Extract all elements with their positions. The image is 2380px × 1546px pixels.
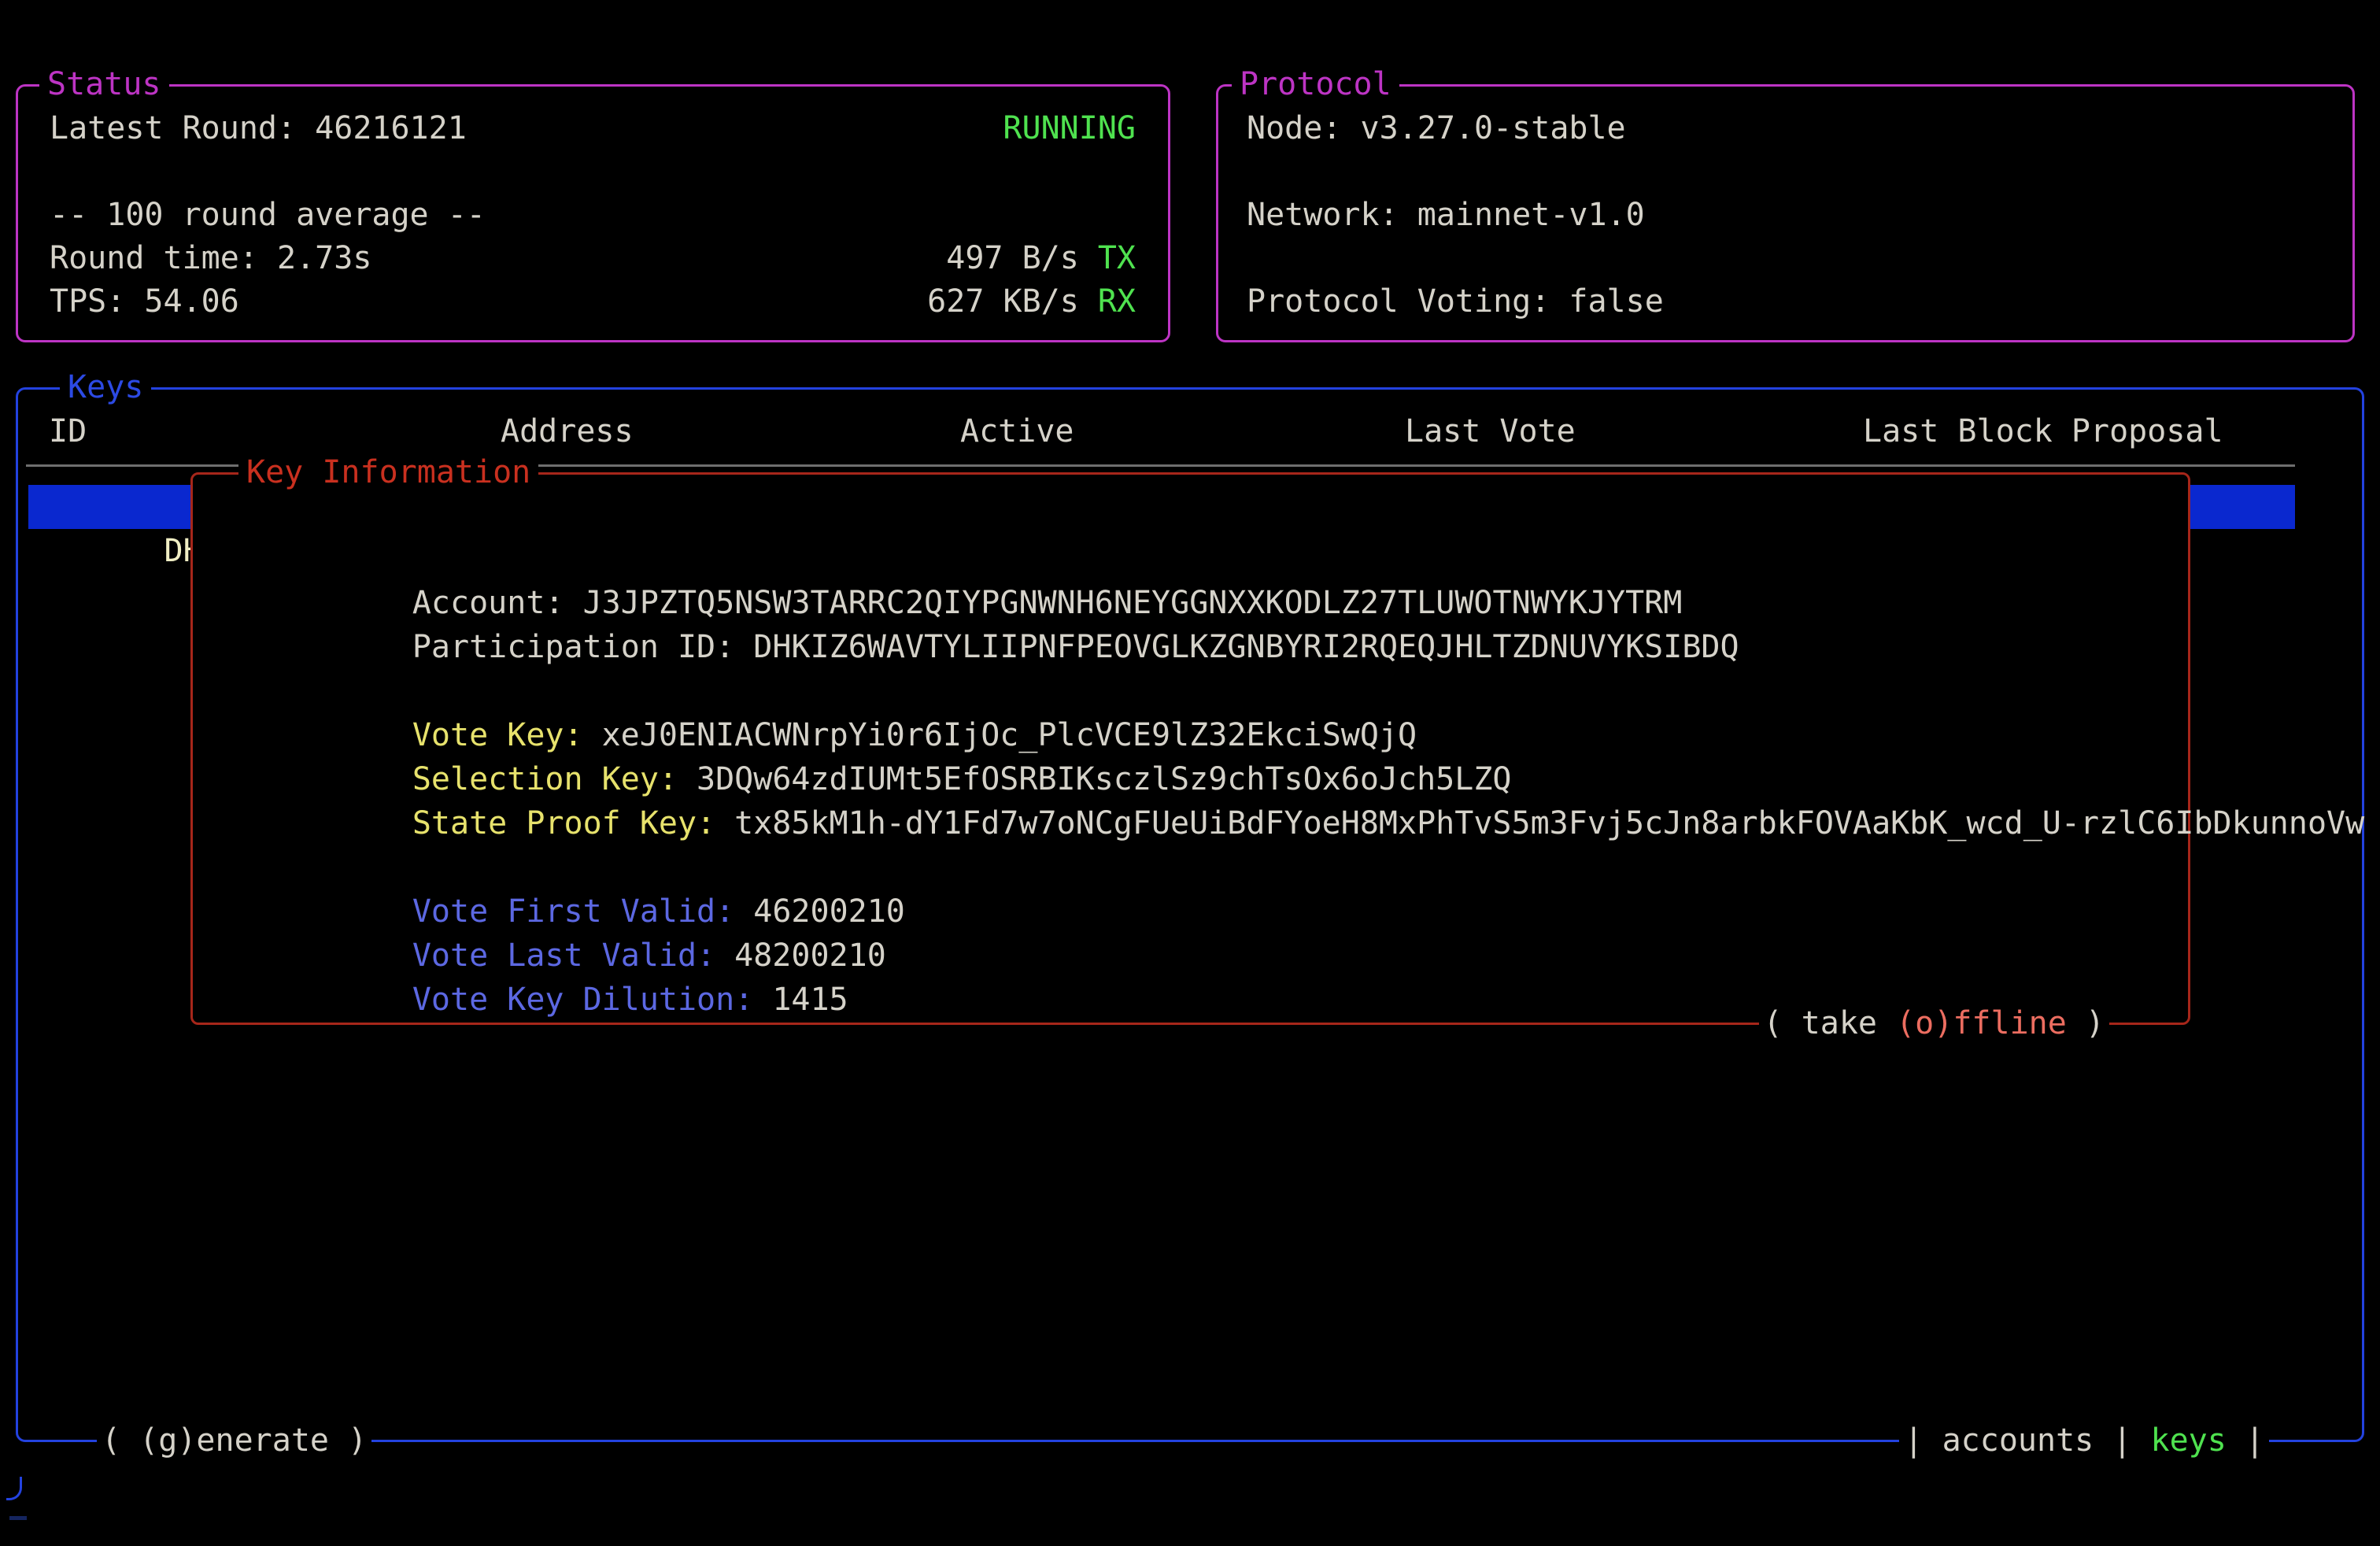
protocol-voting-text: Protocol Voting: false bbox=[1247, 280, 1664, 324]
status-row-round-time: Round time: 2.73s 497 B/s TX bbox=[50, 237, 1136, 280]
border-corner-fragment bbox=[6, 1477, 22, 1500]
keys-panel: Keys ID Address Active Last Vote Last Bl… bbox=[16, 387, 2364, 1442]
take-offline-hotkey: (o)ffline bbox=[1896, 1005, 2067, 1041]
protocol-row-network: Network: mainnet-v1.0 bbox=[1247, 194, 2320, 237]
vote-last-valid-label: Vote Last Valid: bbox=[412, 938, 715, 974]
column-header-active: Active bbox=[960, 409, 1074, 453]
border-fragment-shadow bbox=[9, 1516, 27, 1520]
status-panel-title: Status bbox=[39, 62, 169, 106]
account-line: Account: J3JPZTQ5NSW3TARRC2QIYPGNWNH6NEY… bbox=[223, 537, 2172, 581]
vote-key-line: Vote Key:xeJ0ENIACWNrpYi0r6IjOc_PlcVCE9l… bbox=[223, 669, 2172, 713]
take-offline-button[interactable]: ( take (o)ffline ) bbox=[1759, 1001, 2110, 1045]
status-row-tps: TPS: 54.06 627 KB/s RX bbox=[50, 280, 1136, 324]
tabs-pipe-2: | bbox=[2094, 1418, 2150, 1463]
vote-first-valid-value: 46200210 bbox=[753, 893, 905, 930]
vote-first-valid-label: Vote First Valid: bbox=[412, 893, 734, 930]
status-row-blank bbox=[50, 150, 1136, 194]
protocol-row-node: Node: v3.27.0-stable bbox=[1247, 107, 2320, 150]
take-offline-suffix: ) bbox=[2067, 1005, 2105, 1041]
protocol-panel: Protocol Node: v3.27.0-stable Network: m… bbox=[1216, 84, 2355, 342]
protocol-panel-title: Protocol bbox=[1232, 62, 1399, 106]
tab-accounts[interactable]: accounts bbox=[1942, 1418, 2094, 1463]
network-text: Network: mainnet-v1.0 bbox=[1247, 194, 1645, 237]
vote-key-dilution-label: Vote Key Dilution: bbox=[412, 982, 753, 1018]
rx-rate-value: 627 KB/s bbox=[927, 283, 1079, 320]
node-state-badge: RUNNING bbox=[1003, 107, 1136, 150]
tps-text: TPS: 54.06 bbox=[50, 280, 239, 324]
round-time-text: Round time: 2.73s bbox=[50, 237, 371, 280]
protocol-row-blank2 bbox=[1247, 237, 2320, 280]
state-proof-key-label: State Proof Key: bbox=[412, 805, 715, 841]
column-header-last-block-proposal: Last Block Proposal bbox=[1863, 409, 2223, 453]
view-tabs: | accounts | keys | bbox=[1899, 1418, 2269, 1463]
node-version-text: Node: v3.27.0-stable bbox=[1247, 107, 1626, 150]
vote-last-valid-value: 48200210 bbox=[734, 938, 886, 974]
tx-rate: 497 B/s TX bbox=[946, 237, 1136, 280]
column-header-id: ID bbox=[49, 409, 87, 453]
selection-key-label: Selection Key: bbox=[412, 761, 678, 797]
tui-screen: Status Latest Round: 46216121 RUNNING --… bbox=[0, 0, 2380, 1546]
tabs-pipe-3: | bbox=[2227, 1418, 2264, 1463]
rx-label: RX bbox=[1098, 283, 1136, 320]
rx-rate: 627 KB/s RX bbox=[927, 280, 1136, 324]
keys-panel-title: Keys bbox=[60, 365, 151, 409]
vote-first-valid-line: Vote First Valid:46200210 bbox=[223, 845, 2172, 890]
key-information-modal: Key Information Account: J3JPZTQ5NSW3TAR… bbox=[190, 472, 2190, 1025]
status-row-latest-round: Latest Round: 46216121 RUNNING bbox=[50, 107, 1136, 150]
protocol-row-voting: Protocol Voting: false bbox=[1247, 280, 2320, 324]
participation-id-text: Participation ID: DHKIZ6WAVTYLIIPNFPEOVG… bbox=[412, 629, 1739, 665]
vote-key-label: Vote Key: bbox=[412, 717, 583, 753]
key-information-content: Account: J3JPZTQ5NSW3TARRC2QIYPGNWNH6NEY… bbox=[223, 537, 2172, 978]
vote-key-dilution-value: 1415 bbox=[772, 982, 848, 1018]
state-proof-key-value: tx85kM1h-dY1Fd7w7oNCgFUeUiBdFYoeH8MxPhTv… bbox=[734, 805, 2364, 841]
average-header-text: -- 100 round average -- bbox=[50, 194, 486, 237]
column-header-last-vote: Last Vote bbox=[1405, 409, 1576, 453]
status-row-average-header: -- 100 round average -- bbox=[50, 194, 1136, 237]
status-panel: Status Latest Round: 46216121 RUNNING --… bbox=[16, 84, 1170, 342]
take-offline-prefix: ( take bbox=[1764, 1005, 1897, 1041]
tab-keys[interactable]: keys bbox=[2151, 1418, 2227, 1463]
column-header-address: Address bbox=[501, 409, 634, 453]
key-information-title: Key Information bbox=[238, 450, 538, 494]
tx-label: TX bbox=[1098, 240, 1136, 276]
tx-rate-value: 497 B/s bbox=[946, 240, 1079, 276]
generate-button[interactable]: ( (g)enerate ) bbox=[97, 1418, 371, 1463]
protocol-row-blank1 bbox=[1247, 150, 2320, 194]
latest-round-text: Latest Round: 46216121 bbox=[50, 107, 467, 150]
tabs-pipe-1: | bbox=[1904, 1418, 1942, 1463]
selection-key-value: 3DQw64zdIUMt5EfOSRBIKsczlSz9chTsOx6oJch5… bbox=[697, 761, 1512, 797]
vote-key-value: xeJ0ENIACWNrpYi0r6IjOc_PlcVCE9lZ32EkciSw… bbox=[602, 717, 1417, 753]
account-text: Account: J3JPZTQ5NSW3TARRC2QIYPGNWNH6NEY… bbox=[412, 585, 1683, 621]
